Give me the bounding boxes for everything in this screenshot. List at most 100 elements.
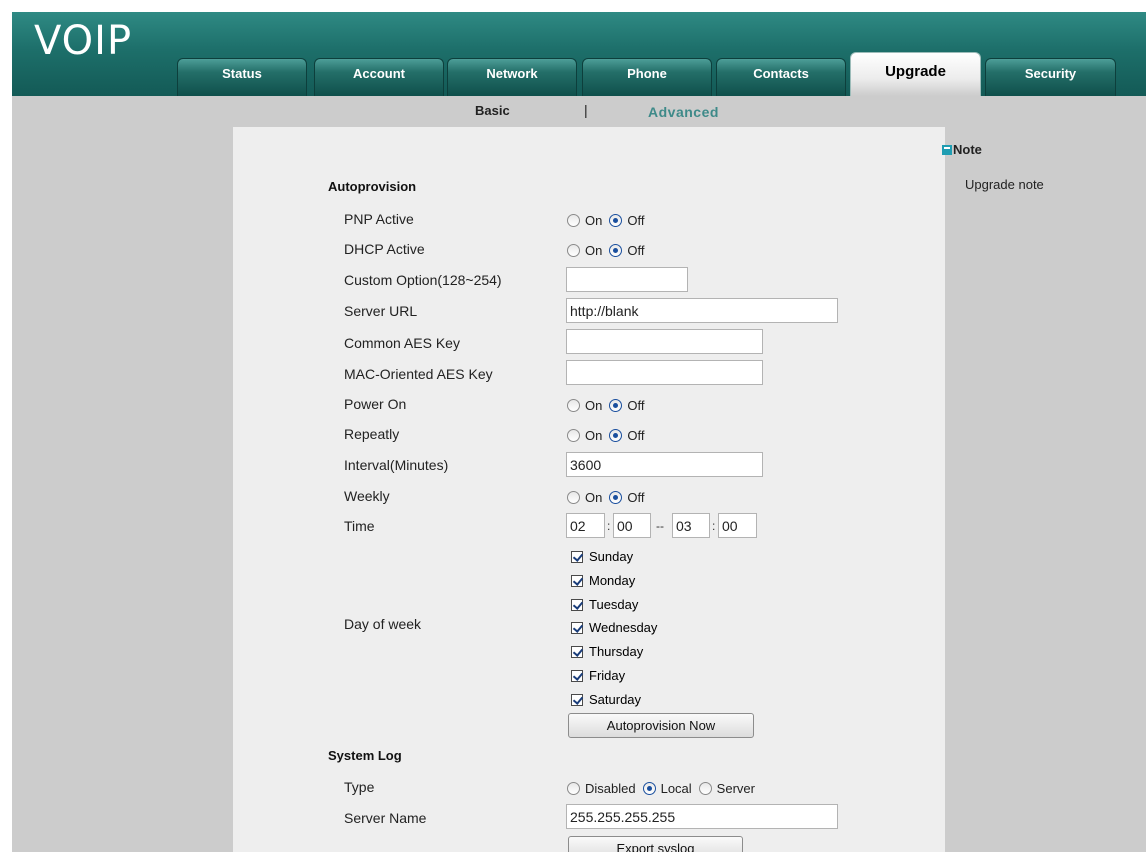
autoprovision-title: Autoprovision <box>328 179 417 194</box>
day-tuesday[interactable]: Tuesday <box>571 597 638 612</box>
saturday-label: Saturday <box>589 692 642 707</box>
logo: VOIP <box>34 18 133 64</box>
note-text: Upgrade note <box>965 177 1044 192</box>
time-colon-2: : <box>712 519 716 533</box>
repeatly-off-label: Off <box>627 428 645 443</box>
custom-option-label: Custom Option(128~254) <box>344 272 502 288</box>
day-friday[interactable]: Friday <box>571 668 625 683</box>
tab-contacts[interactable]: Contacts <box>716 58 846 96</box>
log-type-local-label: Local <box>660 781 692 796</box>
dhcp-active-off-label: Off <box>627 243 645 258</box>
export-syslog-button[interactable]: Export syslog <box>568 836 743 852</box>
autoprovision-now-button[interactable]: Autoprovision Now <box>568 713 754 738</box>
time-dash: -- <box>656 519 664 533</box>
end-minute-input[interactable] <box>718 513 757 538</box>
pnp-active-on-label: On <box>585 213 603 228</box>
monday-label: Monday <box>589 573 636 588</box>
common-aes-key-input[interactable] <box>566 329 763 354</box>
start-minute-input[interactable] <box>613 513 651 538</box>
thursday-label: Thursday <box>589 644 644 659</box>
subtab-basic[interactable]: Basic <box>475 103 510 118</box>
note-panel: Note Upgrade note <box>942 142 1044 192</box>
log-type-local-radio[interactable] <box>642 782 656 795</box>
tuesday-label: Tuesday <box>589 597 639 612</box>
dhcp-active-on-radio[interactable] <box>567 244 580 257</box>
page-frame: VOIP Status Account Network Phone Contac… <box>12 12 1146 852</box>
day-sunday[interactable]: Sunday <box>571 549 633 564</box>
server-name-input[interactable] <box>566 804 838 829</box>
log-type-label: Type <box>344 779 375 795</box>
power-on-on-label: On <box>585 398 603 413</box>
repeatly-label: Repeatly <box>344 426 400 442</box>
repeatly-on-radio[interactable] <box>567 429 580 442</box>
dhcp-active-on-label: On <box>585 243 603 258</box>
start-hour-input[interactable] <box>566 513 605 538</box>
repeatly-off-radio[interactable] <box>609 429 623 442</box>
day-wednesday[interactable]: Wednesday <box>571 620 657 635</box>
tab-security[interactable]: Security <box>985 58 1116 96</box>
day-thursday[interactable]: Thursday <box>571 644 643 659</box>
repeatly-on-label: On <box>585 428 603 443</box>
interval-label: Interval(Minutes) <box>344 457 449 473</box>
weekly-label: Weekly <box>344 488 390 504</box>
day-of-week-label: Day of week <box>344 616 422 632</box>
server-name-label: Server Name <box>344 810 427 826</box>
tuesday-checkbox[interactable] <box>571 598 583 611</box>
dhcp-active-label: DHCP Active <box>344 241 425 257</box>
weekly-off-label: Off <box>627 490 645 505</box>
pnp-active-on-radio[interactable] <box>567 214 580 227</box>
subtab-advanced[interactable]: Advanced <box>648 104 719 120</box>
server-url-label: Server URL <box>344 303 418 319</box>
tab-phone[interactable]: Phone <box>582 58 712 96</box>
friday-label: Friday <box>589 668 626 683</box>
tab-status[interactable]: Status <box>177 58 307 96</box>
system-log-title: System Log <box>328 748 402 763</box>
tab-account[interactable]: Account <box>314 58 444 96</box>
wednesday-label: Wednesday <box>589 620 658 635</box>
log-type-disabled-label: Disabled <box>585 781 636 796</box>
mac-aes-key-label: MAC-Oriented AES Key <box>344 366 493 382</box>
power-on-off-label: Off <box>627 398 645 413</box>
note-title: Note <box>953 142 982 157</box>
common-aes-key-label: Common AES Key <box>344 335 460 351</box>
sub-navigation: Basic | Advanced <box>12 96 1146 126</box>
thursday-checkbox[interactable] <box>571 645 583 658</box>
repeatly-radios: On Off <box>567 428 651 443</box>
power-on-label: Power On <box>344 396 407 412</box>
custom-option-input[interactable] <box>566 267 688 292</box>
settings-panel: Autoprovision PNP Active On Off DHCP Act… <box>233 127 945 852</box>
time-label: Time <box>344 518 375 534</box>
weekly-on-label: On <box>585 490 603 505</box>
mac-aes-key-input[interactable] <box>566 360 763 385</box>
weekly-radios: On Off <box>567 490 651 505</box>
interval-input[interactable] <box>566 452 763 477</box>
server-url-input[interactable] <box>566 298 838 323</box>
log-type-radios: Disabled Local Server <box>567 781 762 796</box>
pnp-active-off-label: Off <box>627 213 645 228</box>
monday-checkbox[interactable] <box>571 574 583 587</box>
friday-checkbox[interactable] <box>571 669 583 682</box>
log-type-disabled-radio[interactable] <box>567 782 580 795</box>
pnp-active-off-radio[interactable] <box>609 214 623 227</box>
note-header: Note <box>942 142 982 157</box>
power-on-off-radio[interactable] <box>609 399 623 412</box>
wednesday-checkbox[interactable] <box>571 621 583 634</box>
weekly-on-radio[interactable] <box>567 491 580 504</box>
day-monday[interactable]: Monday <box>571 573 635 588</box>
weekly-off-radio[interactable] <box>609 491 623 504</box>
log-type-server-radio[interactable] <box>698 782 712 795</box>
end-hour-input[interactable] <box>672 513 710 538</box>
tab-upgrade[interactable]: Upgrade <box>850 52 981 96</box>
log-type-server-label: Server <box>716 781 755 796</box>
power-on-on-radio[interactable] <box>567 399 580 412</box>
pnp-active-label: PNP Active <box>344 211 414 227</box>
day-saturday[interactable]: Saturday <box>571 692 641 707</box>
header-bar: VOIP Status Account Network Phone Contac… <box>12 12 1146 96</box>
sunday-checkbox[interactable] <box>571 550 583 563</box>
tab-network[interactable]: Network <box>447 58 577 96</box>
saturday-checkbox[interactable] <box>571 693 583 706</box>
subnav-separator: | <box>584 102 588 118</box>
dhcp-active-off-radio[interactable] <box>609 244 623 257</box>
power-on-radios: On Off <box>567 398 651 413</box>
note-toggle-icon[interactable] <box>942 144 952 155</box>
